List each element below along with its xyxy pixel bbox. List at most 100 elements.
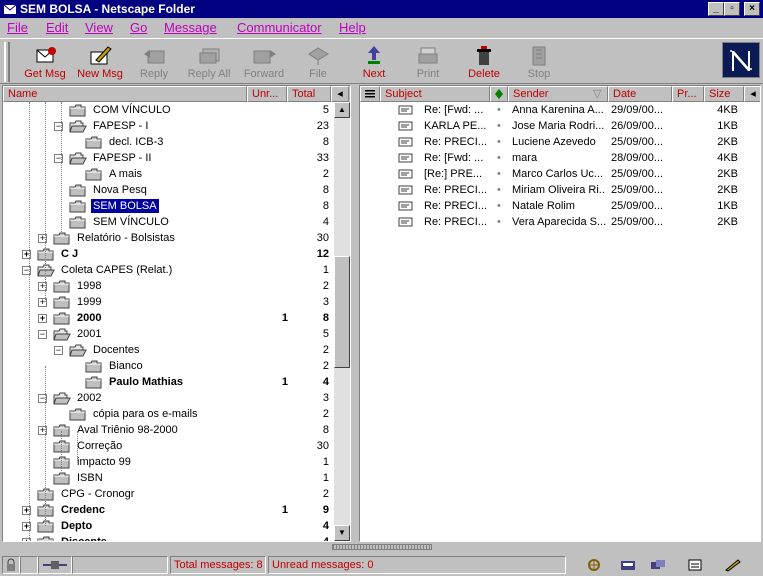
discussion-groups-icon[interactable] bbox=[650, 558, 666, 572]
folder-row[interactable]: +1999 3 bbox=[3, 294, 334, 310]
message-row[interactable]: Re: PRECI... • Natale Rolim 25/09/00... 1KB bbox=[360, 198, 760, 214]
column-name[interactable]: Name bbox=[3, 86, 247, 102]
unread-dot-icon[interactable]: • bbox=[497, 134, 505, 150]
maximize-button[interactable]: ▫ bbox=[724, 2, 740, 16]
unread-dot-icon[interactable]: • bbox=[497, 166, 505, 182]
next-button[interactable]: Next bbox=[348, 42, 400, 82]
column-scroll-left[interactable]: ◂ bbox=[331, 86, 349, 102]
unread-dot-icon[interactable]: • bbox=[497, 102, 505, 118]
folder-row[interactable]: ISBN 1 bbox=[3, 470, 334, 486]
column-read[interactable] bbox=[490, 86, 508, 102]
toolbar-label: Stop bbox=[527, 68, 551, 80]
menu-message[interactable]: Message bbox=[164, 20, 217, 35]
folder-row[interactable]: − FAPESP - I 23 bbox=[3, 118, 334, 134]
message-row[interactable]: Re: PRECI... • Miriam Oliveira Ri... 25/09/… bbox=[360, 182, 760, 198]
folder-row[interactable]: SEM VÍNCULO 4 bbox=[3, 214, 334, 230]
message-row[interactable]: KARLA PE... • Jose Maria Rodri... 26/09/00.… bbox=[360, 118, 760, 134]
scroll-down-button[interactable]: ▼ bbox=[334, 525, 350, 541]
folder-row[interactable]: +1998 2 bbox=[3, 278, 334, 294]
column-subject[interactable]: Subject bbox=[380, 86, 490, 102]
mailbox-icon[interactable] bbox=[620, 558, 636, 572]
folder-row[interactable]: + Depto 4 bbox=[3, 518, 334, 534]
menu-help[interactable]: Help bbox=[339, 20, 366, 35]
scroll-up-button[interactable]: ▲ bbox=[334, 102, 350, 118]
message-subject: Re: PRECI... bbox=[424, 216, 487, 228]
folder-row[interactable]: SEM BOLSA 8 bbox=[3, 198, 334, 214]
folder-row[interactable]: −2002 3 bbox=[3, 390, 334, 406]
security-lock-icon[interactable] bbox=[2, 556, 20, 574]
folder-row[interactable]: + Credenc 1 9 bbox=[3, 502, 334, 518]
collapse-toggle[interactable]: − bbox=[38, 330, 47, 339]
column-size[interactable]: Size bbox=[704, 86, 744, 102]
get-msg-button[interactable]: Get Msg bbox=[19, 42, 71, 82]
online-status-icon[interactable] bbox=[38, 556, 72, 574]
folder-name: Credenc bbox=[61, 504, 106, 516]
folder-row[interactable]: A mais 2 bbox=[3, 166, 334, 182]
navigator-icon[interactable] bbox=[586, 558, 602, 572]
toolbar-grip[interactable] bbox=[4, 42, 10, 82]
reply-button[interactable]: Reply bbox=[128, 42, 180, 82]
minimize-button[interactable]: _ bbox=[708, 2, 724, 16]
menu-edit[interactable]: Edit bbox=[46, 20, 68, 35]
folder-row[interactable]: − FAPESP - II 33 bbox=[3, 150, 334, 166]
expand-toggle[interactable]: + bbox=[38, 314, 47, 323]
column-thread[interactable] bbox=[360, 86, 380, 102]
folder-row[interactable]: COM VÍNCULO 5 bbox=[3, 102, 334, 118]
folder-row[interactable]: − Coleta CAPES (Relat.) 1 bbox=[3, 262, 334, 278]
menu-file[interactable]: File bbox=[7, 20, 28, 35]
folder-row[interactable]: Correção 30 bbox=[3, 438, 334, 454]
folder-row[interactable]: Paulo Mathias 1 4 bbox=[3, 374, 334, 390]
netscape-logo[interactable] bbox=[722, 42, 760, 78]
column-unread[interactable]: Unr... bbox=[247, 86, 287, 102]
delete-button[interactable]: Delete bbox=[458, 42, 510, 82]
message-row[interactable]: Re: [Fwd: ... • mara 28/09/00... 4KB bbox=[360, 150, 760, 166]
folder-row[interactable]: +2000 1 8 bbox=[3, 310, 334, 326]
reply-all-button[interactable]: Reply All bbox=[183, 42, 235, 82]
menu-go[interactable]: Go bbox=[130, 20, 147, 35]
folder-row[interactable]: + C J 12 bbox=[3, 246, 334, 262]
menu-view[interactable]: View bbox=[85, 20, 113, 35]
scroll-thumb[interactable] bbox=[334, 256, 350, 368]
column-total[interactable]: Total bbox=[287, 86, 331, 102]
collapse-toggle[interactable]: − bbox=[54, 346, 63, 355]
edit-pen-icon[interactable] bbox=[724, 558, 742, 572]
stop-button[interactable]: Stop bbox=[513, 42, 565, 82]
forward-button[interactable]: Forward bbox=[238, 42, 290, 82]
message-row[interactable]: Re: [Fwd: ... • Anna Karenina A... 29/09/00… bbox=[360, 102, 760, 118]
folder-row[interactable]: Bianco 2 bbox=[3, 358, 334, 374]
unread-dot-icon[interactable]: • bbox=[497, 182, 505, 198]
folder-row[interactable]: − Docentes 2 bbox=[3, 342, 334, 358]
folder-row[interactable]: cópia para os e-mails 2 bbox=[3, 406, 334, 422]
folder-row[interactable]: impacto 99 1 bbox=[3, 454, 334, 470]
unread-dot-icon[interactable]: • bbox=[497, 198, 505, 214]
unread-dot-icon[interactable]: • bbox=[497, 150, 505, 166]
tree-guide-line bbox=[29, 102, 30, 541]
folder-row[interactable]: − 2001 5 bbox=[3, 326, 334, 342]
file-button[interactable]: File bbox=[292, 42, 344, 82]
unread-dot-icon[interactable]: • bbox=[497, 214, 505, 230]
message-row[interactable]: Re: PRECI... • Luciene Azevedo 25/09/00... 2… bbox=[360, 134, 760, 150]
pane-splitter[interactable] bbox=[0, 542, 763, 552]
folder-row[interactable]: + Discente 4 bbox=[3, 534, 334, 541]
unread-dot-icon[interactable]: • bbox=[497, 118, 505, 134]
folder-row[interactable]: CPG - Cronogr 2 bbox=[3, 486, 334, 502]
message-column-scroll[interactable]: ◂ bbox=[744, 86, 760, 102]
folder-row[interactable]: decl. ICB-3 8 bbox=[3, 134, 334, 150]
new-msg-button[interactable]: New Msg bbox=[74, 42, 126, 82]
folder-name: COM VÍNCULO bbox=[93, 104, 171, 116]
close-button[interactable]: × bbox=[744, 2, 760, 16]
column-date[interactable]: Date bbox=[608, 86, 672, 102]
composer-icon[interactable] bbox=[688, 558, 704, 572]
folder-row[interactable]: + Relatório - Bolsistas 30 bbox=[3, 230, 334, 246]
message-row[interactable]: [Re:] PRE... • Marco Carlos Uc... 25/09/00.… bbox=[360, 166, 760, 182]
column-priority[interactable]: Pr... bbox=[672, 86, 704, 102]
folder-row[interactable]: Nova Pesq 8 bbox=[3, 182, 334, 198]
folder-scrollbar[interactable]: ▲ ▼ bbox=[334, 102, 350, 541]
splitter-handle[interactable] bbox=[332, 544, 432, 550]
folder-row[interactable]: + Aval Triênio 98-2000 8 bbox=[3, 422, 334, 438]
message-size: 2KB bbox=[717, 168, 738, 180]
print-button[interactable]: Print bbox=[402, 42, 454, 82]
message-row[interactable]: Re: PRECI... • Vera Aparecida S... 25/09/00… bbox=[360, 214, 760, 230]
menu-communicator[interactable]: Communicator bbox=[237, 20, 322, 35]
column-sender[interactable]: Sender ▽ bbox=[508, 86, 608, 102]
